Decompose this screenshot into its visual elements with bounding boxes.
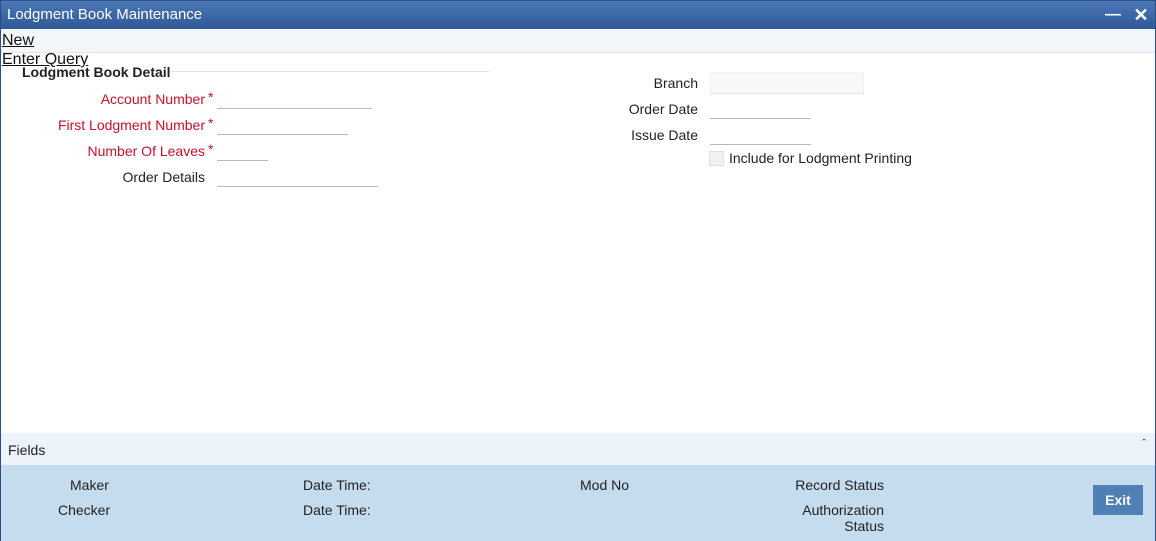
branch-label: Branch <box>653 75 698 91</box>
fields-label: Fields <box>8 442 46 458</box>
first-lodgment-number-label: First Lodgment Number <box>57 117 205 133</box>
authorization-status-label-line2: Status <box>844 518 884 534</box>
order-details-field[interactable] <box>217 167 378 187</box>
new-link[interactable]: New <box>2 32 34 50</box>
account-number-required-mark: * <box>208 89 214 105</box>
order-date-field[interactable] <box>710 99 811 119</box>
close-icon[interactable]: ✕ <box>1129 3 1153 27</box>
exit-button[interactable]: Exit <box>1093 485 1143 515</box>
authorization-status-label-line1: Authorization <box>802 502 884 518</box>
title-bar: Lodgment Book Maintenance — ✕ <box>1 1 1155 29</box>
include-lodgment-printing-checkbox[interactable] <box>709 151 724 166</box>
first-lodgment-number-field[interactable] <box>217 115 348 135</box>
collapse-caret-icon[interactable]: ˆ <box>1142 436 1146 451</box>
maker-label: Maker <box>70 477 109 493</box>
first-lodgment-number-required-mark: * <box>208 115 214 131</box>
account-number-field[interactable] <box>217 89 372 109</box>
toolbar <box>1 29 1155 53</box>
account-number-label: Account Number <box>100 91 205 107</box>
branch-field[interactable] <box>710 72 864 94</box>
fields-bar: Fields ˆ <box>1 433 1155 465</box>
checker-label: Checker <box>58 502 111 518</box>
audit-panel <box>1 465 1155 541</box>
number-of-leaves-label: Number Of Leaves <box>87 143 206 159</box>
checker-date-time-label: Date Time: <box>303 502 371 518</box>
mod-no-label: Mod No <box>580 477 630 493</box>
section-title: Lodgment Book Detail <box>22 64 171 80</box>
include-lodgment-printing-label: Include for Lodgment Printing <box>729 150 912 166</box>
order-date-label: Order Date <box>628 101 698 117</box>
lodgment-book-window: Lodgment Book Maintenance — ✕ New Enter … <box>0 0 1156 541</box>
section-divider <box>171 71 489 72</box>
number-of-leaves-field[interactable] <box>217 141 268 161</box>
issue-date-field[interactable] <box>710 125 811 145</box>
number-of-leaves-required-mark: * <box>208 141 214 157</box>
window-title: Lodgment Book Maintenance <box>7 6 203 23</box>
maker-date-time-label: Date Time: <box>303 477 371 493</box>
order-details-label: Order Details <box>122 169 205 185</box>
minimize-icon[interactable]: — <box>1101 3 1125 27</box>
record-status-label: Record Status <box>795 477 884 493</box>
issue-date-label: Issue Date <box>631 127 698 143</box>
